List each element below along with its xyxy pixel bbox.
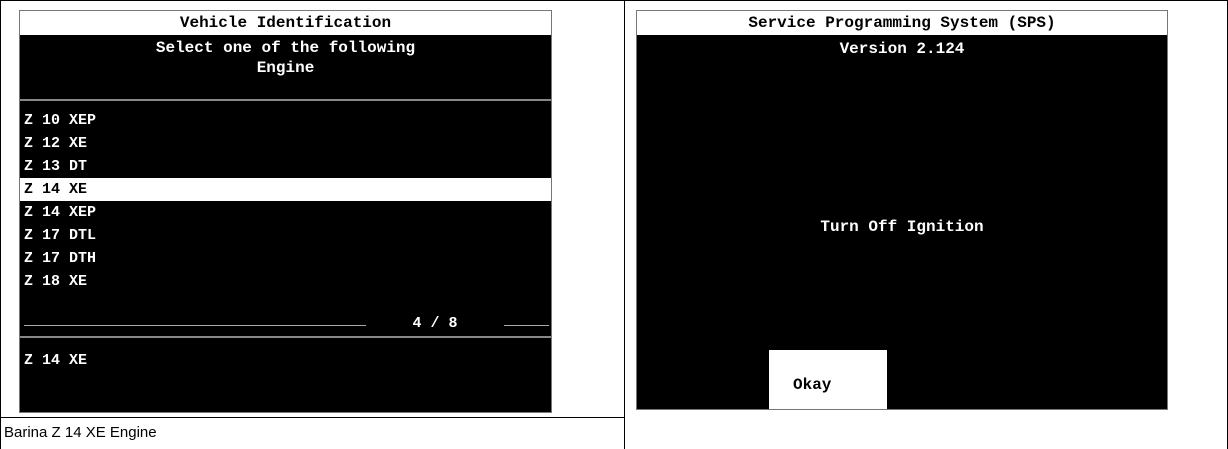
table-border-top xyxy=(0,0,1228,1)
engine-list-item[interactable]: Z 10 XEP xyxy=(20,109,551,132)
screen-title: Vehicle Identification xyxy=(20,11,551,35)
table-border-middle xyxy=(624,0,625,449)
prompt-line-2: Engine xyxy=(256,59,315,77)
page-counter: 4 / 8 xyxy=(412,315,458,332)
divider xyxy=(20,99,551,101)
page-counter-row: 4 / 8 xyxy=(20,313,551,335)
instruction-message: Turn Off Ignition xyxy=(820,218,984,236)
selection-prompt: Select one of the following Engine xyxy=(20,35,551,102)
prompt-line-1: Select one of the following xyxy=(155,39,416,57)
divider xyxy=(20,336,551,338)
current-selection: Z 14 XE xyxy=(24,352,88,369)
counter-rule-right xyxy=(504,325,549,326)
counter-rule-left xyxy=(24,325,366,326)
engine-list-item[interactable]: Z 18 XE xyxy=(20,270,551,293)
version-label: Version 2.124 xyxy=(839,40,965,58)
engine-list-item[interactable]: Z 17 DTH xyxy=(20,247,551,270)
vehicle-identification-screen: Vehicle Identification Select one of the… xyxy=(19,10,552,413)
table-border-left xyxy=(0,0,1,449)
sps-screen: Service Programming System (SPS) Version… xyxy=(636,10,1168,410)
engine-list-item[interactable]: Z 13 DT xyxy=(20,155,551,178)
engine-list-item[interactable]: Z 17 DTL xyxy=(20,224,551,247)
okay-button[interactable]: Okay xyxy=(769,350,887,409)
image-caption: Barina Z 14 XE Engine xyxy=(4,424,157,441)
engine-list-item[interactable]: Z 14 XEP xyxy=(20,201,551,224)
table-row-divider xyxy=(0,417,624,418)
screen-title: Service Programming System (SPS) xyxy=(637,11,1167,35)
engine-list: Z 10 XEP Z 12 XE Z 13 DT Z 14 XE Z 14 XE… xyxy=(20,109,551,293)
engine-list-item-selected[interactable]: Z 14 XE xyxy=(20,178,551,201)
engine-list-item[interactable]: Z 12 XE xyxy=(20,132,551,155)
